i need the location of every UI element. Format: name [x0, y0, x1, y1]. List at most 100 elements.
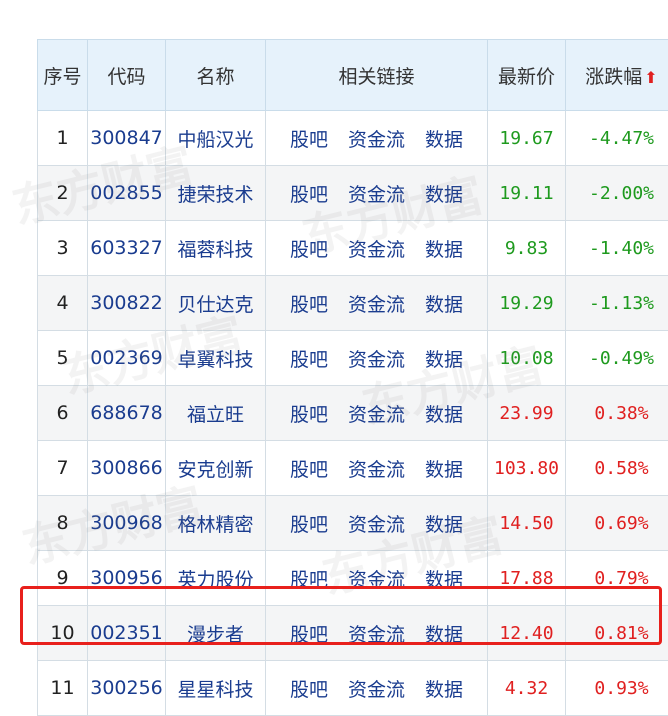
related-links-cell: 股吧资金流数据: [266, 331, 488, 386]
stock-code-link[interactable]: 603327: [88, 221, 166, 276]
seq-cell: 4: [38, 276, 88, 331]
change-percent-cell: 0.38%: [566, 386, 668, 441]
stock-code-link[interactable]: 002855: [88, 166, 166, 221]
stock-code-link[interactable]: 688678: [88, 386, 166, 441]
data-link[interactable]: 数据: [425, 514, 463, 536]
table-row: 4300822贝仕达克股吧资金流数据19.29-1.13%: [38, 276, 668, 331]
sort-up-arrow-icon[interactable]: ⬆: [644, 68, 657, 87]
latest-price-cell: 103.80: [488, 441, 566, 496]
related-links-cell: 股吧资金流数据: [266, 496, 488, 551]
seq-cell: 11: [38, 661, 88, 716]
header-name[interactable]: 名称: [166, 40, 266, 111]
related-links-cell: 股吧资金流数据: [266, 111, 488, 166]
stock-code-link[interactable]: 002369: [88, 331, 166, 386]
fund-flow-link[interactable]: 资金流: [348, 404, 405, 426]
latest-price-cell: 19.29: [488, 276, 566, 331]
fund-flow-link[interactable]: 资金流: [348, 129, 405, 151]
latest-price-cell: 10.08: [488, 331, 566, 386]
stock-code-link[interactable]: 300866: [88, 441, 166, 496]
related-links-cell: 股吧资金流数据: [266, 386, 488, 441]
seq-cell: 3: [38, 221, 88, 276]
table-header-row: 序号 代码 名称 相关链接 最新价 涨跌幅⬆: [38, 40, 668, 111]
stock-name-link[interactable]: 中船汉光: [166, 111, 266, 166]
stock-name-link[interactable]: 安克创新: [166, 441, 266, 496]
header-code[interactable]: 代码: [88, 40, 166, 111]
table-row: 3603327福蓉科技股吧资金流数据9.83-1.40%: [38, 221, 668, 276]
table-row: 11300256星星科技股吧资金流数据4.320.93%: [38, 661, 668, 716]
change-percent-cell: -2.00%: [566, 166, 668, 221]
stock-name-link[interactable]: 格林精密: [166, 496, 266, 551]
related-links-cell: 股吧资金流数据: [266, 276, 488, 331]
change-percent-cell: 0.69%: [566, 496, 668, 551]
fund-flow-link[interactable]: 资金流: [348, 294, 405, 316]
latest-price-cell: 19.11: [488, 166, 566, 221]
stock-code-link[interactable]: 300256: [88, 661, 166, 716]
data-link[interactable]: 数据: [425, 294, 463, 316]
table-row: 1300847中船汉光股吧资金流数据19.67-4.47%: [38, 111, 668, 166]
guba-link[interactable]: 股吧: [290, 349, 328, 371]
fund-flow-link[interactable]: 资金流: [348, 349, 405, 371]
table-row: 5002369卓翼科技股吧资金流数据10.08-0.49%: [38, 331, 668, 386]
guba-link[interactable]: 股吧: [290, 679, 328, 701]
data-link[interactable]: 数据: [425, 459, 463, 481]
data-link[interactable]: 数据: [425, 239, 463, 261]
data-link[interactable]: 数据: [425, 404, 463, 426]
header-change-label: 涨跌幅: [585, 66, 642, 88]
related-links-cell: 股吧资金流数据: [266, 221, 488, 276]
guba-link[interactable]: 股吧: [290, 294, 328, 316]
seq-cell: 7: [38, 441, 88, 496]
change-percent-cell: -4.47%: [566, 111, 668, 166]
seq-cell: 6: [38, 386, 88, 441]
seq-cell: 2: [38, 166, 88, 221]
table-row: 8300968格林精密股吧资金流数据14.500.69%: [38, 496, 668, 551]
latest-price-cell: 23.99: [488, 386, 566, 441]
seq-cell: 5: [38, 331, 88, 386]
stock-name-link[interactable]: 福立旺: [166, 386, 266, 441]
latest-price-cell: 4.32: [488, 661, 566, 716]
guba-link[interactable]: 股吧: [290, 459, 328, 481]
stock-code-link[interactable]: 300847: [88, 111, 166, 166]
fund-flow-link[interactable]: 资金流: [348, 184, 405, 206]
stock-name-link[interactable]: 福蓉科技: [166, 221, 266, 276]
data-link[interactable]: 数据: [425, 679, 463, 701]
change-percent-cell: 0.58%: [566, 441, 668, 496]
guba-link[interactable]: 股吧: [290, 514, 328, 536]
data-link[interactable]: 数据: [425, 349, 463, 371]
header-change[interactable]: 涨跌幅⬆: [566, 40, 668, 111]
change-percent-cell: 0.93%: [566, 661, 668, 716]
seq-cell: 1: [38, 111, 88, 166]
stock-name-link[interactable]: 卓翼科技: [166, 331, 266, 386]
table-row: 2002855捷荣技术股吧资金流数据19.11-2.00%: [38, 166, 668, 221]
header-seq: 序号: [38, 40, 88, 111]
highlight-box: [20, 586, 662, 645]
change-percent-cell: -0.49%: [566, 331, 668, 386]
related-links-cell: 股吧资金流数据: [266, 166, 488, 221]
fund-flow-link[interactable]: 资金流: [348, 514, 405, 536]
stock-name-link[interactable]: 星星科技: [166, 661, 266, 716]
guba-link[interactable]: 股吧: [290, 129, 328, 151]
stock-code-link[interactable]: 300968: [88, 496, 166, 551]
table-row: 7300866安克创新股吧资金流数据103.800.58%: [38, 441, 668, 496]
latest-price-cell: 9.83: [488, 221, 566, 276]
data-link[interactable]: 数据: [425, 129, 463, 151]
related-links-cell: 股吧资金流数据: [266, 661, 488, 716]
data-link[interactable]: 数据: [425, 184, 463, 206]
guba-link[interactable]: 股吧: [290, 184, 328, 206]
seq-cell: 8: [38, 496, 88, 551]
header-price[interactable]: 最新价: [488, 40, 566, 111]
guba-link[interactable]: 股吧: [290, 404, 328, 426]
fund-flow-link[interactable]: 资金流: [348, 459, 405, 481]
stock-name-link[interactable]: 捷荣技术: [166, 166, 266, 221]
latest-price-cell: 19.67: [488, 111, 566, 166]
change-percent-cell: -1.40%: [566, 221, 668, 276]
stock-name-link[interactable]: 贝仕达克: [166, 276, 266, 331]
related-links-cell: 股吧资金流数据: [266, 441, 488, 496]
table-row: 6688678福立旺股吧资金流数据23.990.38%: [38, 386, 668, 441]
header-links: 相关链接: [266, 40, 488, 111]
guba-link[interactable]: 股吧: [290, 239, 328, 261]
latest-price-cell: 14.50: [488, 496, 566, 551]
change-percent-cell: -1.13%: [566, 276, 668, 331]
fund-flow-link[interactable]: 资金流: [348, 679, 405, 701]
fund-flow-link[interactable]: 资金流: [348, 239, 405, 261]
stock-code-link[interactable]: 300822: [88, 276, 166, 331]
